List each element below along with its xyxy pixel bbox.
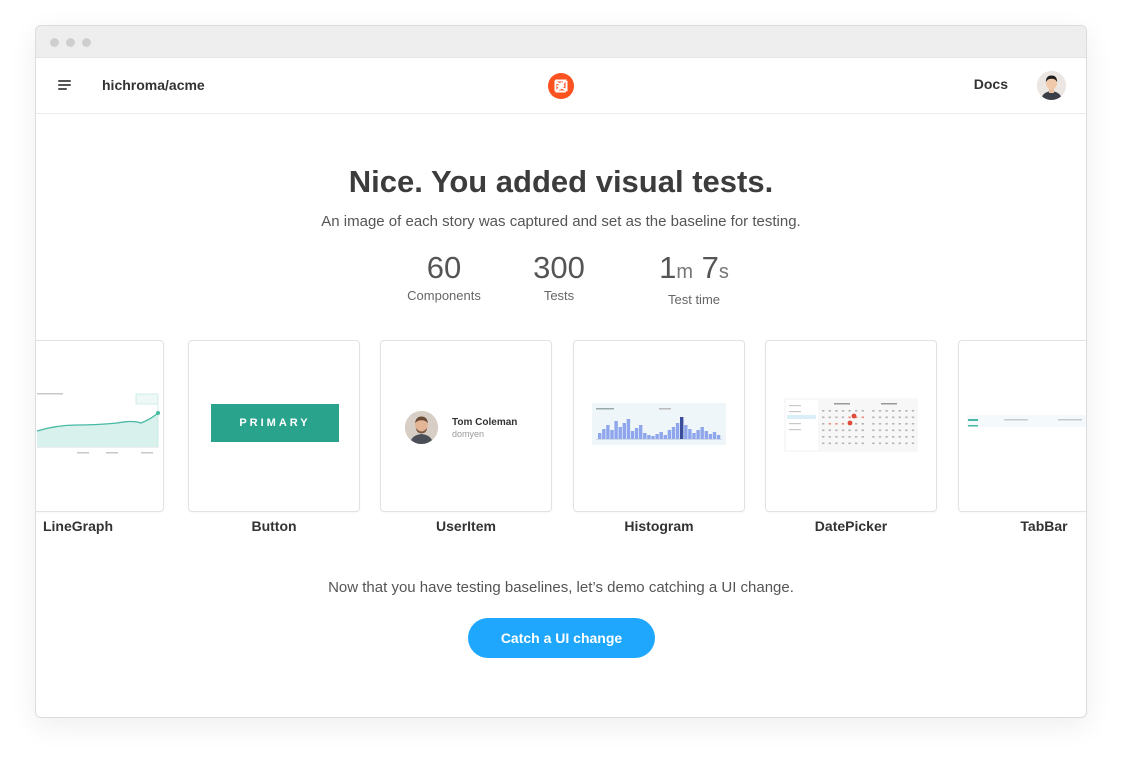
footer-text: Now that you have testing baselines, let… [328,579,794,596]
component-card-histogram[interactable] [573,340,745,512]
component-label-datepicker[interactable]: DatePicker [765,518,937,534]
stat-components-label: Components [407,288,481,303]
stat-seconds-unit: s [718,261,729,283]
chromatic-logo-icon[interactable] [547,72,575,100]
useritem-avatar [405,411,438,444]
component-card-useritem[interactable]: Tom Coleman domyen [380,340,552,512]
stat-seconds: 7 [701,250,719,285]
stat-test-time: 1m 7s Test time [639,250,749,307]
stat-minutes-unit: m [676,261,694,283]
datepicker-preview [784,398,918,452]
component-label-button[interactable]: Button [188,518,360,534]
docs-link[interactable]: Docs [974,76,1008,92]
repo-name[interactable]: hichroma/acme [102,77,205,93]
stat-tests-value: 300 [533,250,585,285]
stat-tests: 300 Tests [512,250,606,303]
histogram-preview [592,403,726,445]
stat-test-time-value: 1m 7s [639,250,749,290]
component-label-linegraph[interactable]: LineGraph [36,518,164,534]
linegraph-preview [36,393,160,454]
window-dot-icon [82,38,91,47]
component-label-histogram[interactable]: Histogram [573,518,745,534]
button-preview: PRIMARY [211,404,339,442]
window-titlebar [36,26,1086,58]
user-avatar[interactable] [1037,71,1066,100]
component-label-tabbar[interactable]: TabBar [958,518,1086,534]
window-dot-icon [66,38,75,47]
component-label-useritem[interactable]: UserItem [380,518,552,534]
component-card-button[interactable]: PRIMARY [188,340,360,512]
stat-components-value: 60 [426,250,462,285]
top-navigation: hichroma/acme Docs [36,58,1086,114]
stat-tests-label: Tests [543,288,575,303]
page-subtitle: An image of each story was captured and … [321,213,801,230]
browser-window: hichroma/acme Docs Nice. You added visua… [35,25,1087,718]
stat-components: 60 Components [394,250,494,303]
useritem-name: Tom Coleman [452,417,518,428]
page-title: Nice. You added visual tests. [348,164,774,199]
component-card-linegraph[interactable] [36,340,164,512]
useritem-handle: domyen [452,429,485,439]
stat-test-time-label: Test time [667,292,720,307]
catch-ui-change-button[interactable]: Catch a UI change [468,618,655,658]
tabbar-preview [967,415,1086,427]
window-dot-icon [50,38,59,47]
menu-icon[interactable] [58,77,74,93]
component-card-datepicker[interactable] [765,340,937,512]
component-card-tabbar[interactable] [958,340,1086,512]
stat-minutes: 1 [659,250,677,285]
